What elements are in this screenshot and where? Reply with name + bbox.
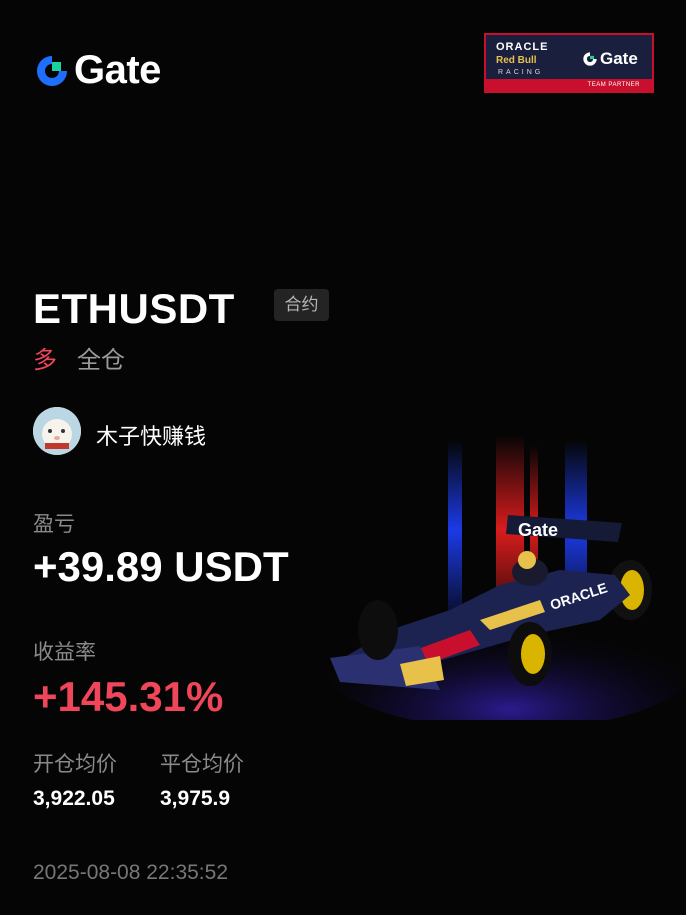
roi-label: 收益率: [33, 641, 96, 664]
trading-pair: ETHUSDT: [33, 285, 235, 332]
partner-gate-icon: [583, 52, 597, 66]
partner-tag: TEAM PARTNER: [486, 79, 652, 91]
car-wing-logo: Gate: [518, 520, 558, 540]
contract-badge: 合约: [274, 289, 329, 321]
username: 木子快赚钱: [96, 424, 207, 449]
gate-logo: Gate: [34, 48, 161, 93]
exit-price-value: 3,975.9: [160, 787, 231, 810]
gate-logo-icon: [37, 55, 67, 86]
direction-label: 多: [33, 347, 57, 374]
pnl-label: 盈亏: [33, 513, 75, 536]
avatar-image: [33, 407, 81, 455]
partner-redbull-text: Red Bull: [496, 55, 537, 66]
entry-price-label: 开仓均价: [33, 753, 117, 776]
f1-car-illustration: Gate ORACLE: [320, 420, 686, 730]
exit-price-label: 平仓均价: [160, 753, 244, 776]
partner-oracle-text: ORACLE: [496, 41, 549, 53]
entry-price-value: 3,922.05: [33, 787, 115, 810]
roi-value: +145.31%: [33, 673, 224, 720]
margin-mode-label: 全仓: [77, 347, 125, 374]
partner-gate-text: Gate: [600, 49, 638, 68]
timestamp: 2025-08-08 22:35:52: [33, 861, 228, 884]
team-partner-badge: ORACLE Red Bull RACING Gate TEAM PARTNER: [484, 33, 654, 93]
partner-gate-logo: Gate: [582, 49, 638, 69]
partner-racing-text: RACING: [498, 69, 544, 76]
user-avatar[interactable]: [33, 407, 81, 455]
pnl-value: +39.89 USDT: [33, 543, 289, 590]
gate-logo-text: Gate: [74, 48, 161, 92]
f1-car-image: Gate ORACLE: [320, 435, 686, 730]
